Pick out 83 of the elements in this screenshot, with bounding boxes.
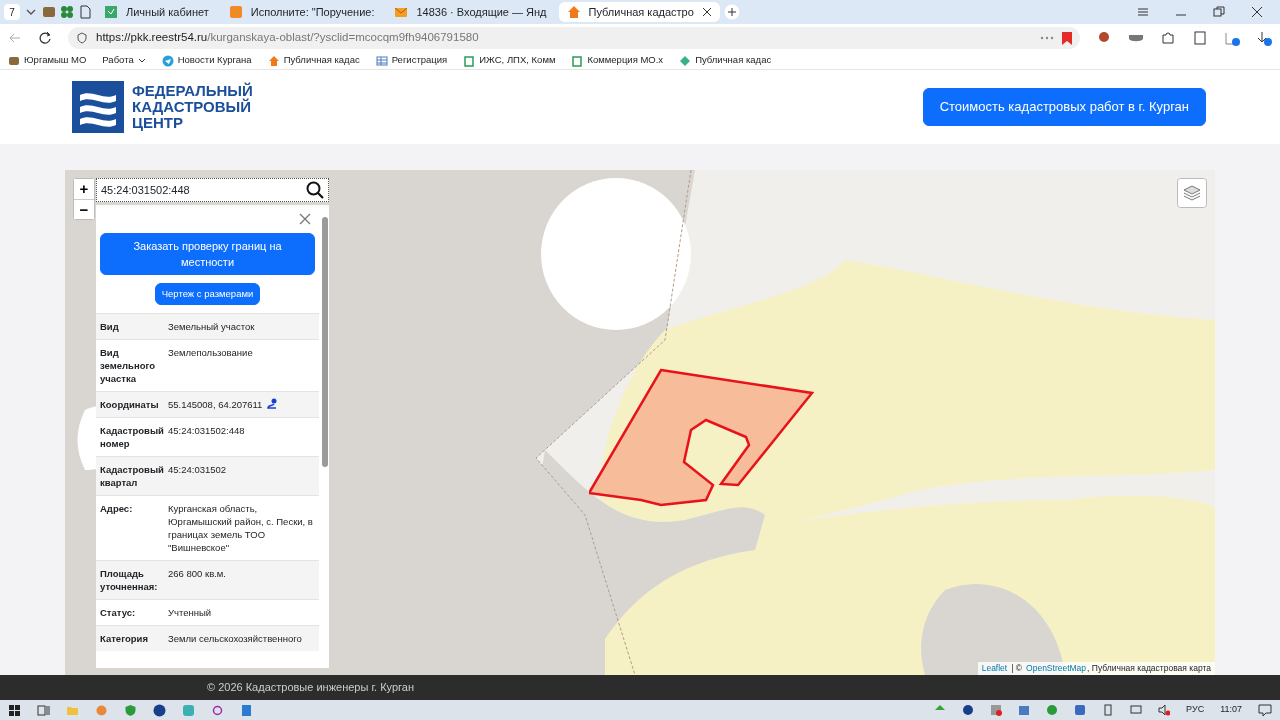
bookmark[interactable]: Юргамыш МО	[8, 53, 87, 68]
url-text: https://pkk.reestr54.ru/kurganskaya-oblast/?ysclid=mcocqm9fh9406791580	[96, 30, 480, 46]
bookmark-icon[interactable]	[1062, 31, 1072, 45]
tab-title: Публичная кадастро	[588, 4, 694, 20]
openstreetmap-link[interactable]: OpenStreetMap	[1026, 662, 1087, 675]
envelope-icon	[394, 5, 409, 19]
field-label: Статус:	[100, 606, 137, 620]
logo-text: ФЕДЕРАЛЬНЫЙ КАДАСТРОВЫЙ ЦЕНТР	[132, 83, 253, 131]
windows-logo-icon[interactable]	[8, 703, 21, 717]
speaker-muted-icon[interactable]	[1158, 704, 1171, 716]
house-icon	[267, 54, 280, 67]
restore-icon[interactable]	[1212, 5, 1226, 19]
field-value: 45:24:031502	[168, 463, 227, 478]
field-value: Землепользование	[168, 346, 253, 361]
language-indicator[interactable]: РУС	[1186, 703, 1205, 717]
bookmark[interactable]: ИЖС, ЛПХ, Комм	[463, 53, 556, 68]
search-field[interactable]: 45:24:031502:448	[96, 178, 329, 202]
field-value: Земельный участок	[168, 320, 255, 334]
checkmark-icon	[104, 5, 118, 19]
search-icon[interactable]	[306, 181, 324, 199]
route-pin-icon[interactable]	[266, 398, 279, 411]
tab-title: Личный кабинет	[126, 4, 209, 20]
scrollbar-thumb[interactable]	[322, 217, 328, 467]
tab-counter[interactable]: 7	[4, 4, 20, 20]
app-icon[interactable]	[1074, 704, 1087, 716]
flag-logo-icon	[72, 81, 124, 133]
field-value: Курганская область, Юргамышский район, с. Пески, в границах земель ТОО "Вишневское"	[168, 502, 314, 555]
order-check-button[interactable]: Заказать проверку границ на местности	[100, 233, 315, 275]
leaflet-link[interactable]: Leaflet	[981, 662, 1008, 675]
field-label: Площадь уточненная:	[100, 567, 159, 594]
bookmark[interactable]: Коммерция МО.х	[571, 53, 664, 68]
field-value: 266 800 кв.м.	[168, 567, 226, 582]
square-icon	[228, 5, 243, 19]
attribution-text: , Публичная кадастровая карта	[1087, 662, 1211, 675]
bookmark[interactable]: Работа	[102, 53, 146, 68]
tab-title: 14836 · Входящие — Янд	[416, 4, 547, 20]
chart-icon[interactable]	[1224, 30, 1240, 46]
zoom-out-button[interactable]: −	[74, 199, 94, 219]
field-label: Координаты	[100, 398, 160, 412]
bookmark[interactable]: Регистрация	[375, 53, 448, 68]
address-field[interactable]: https://pkk.reestr54.ru/kurganskaya-oblast/?ysclid=mcocqm9fh9406791580	[68, 27, 1080, 49]
field-label: Адрес:	[100, 502, 134, 517]
task-view-icon[interactable]	[37, 703, 50, 717]
field-label: Категория	[100, 632, 149, 646]
browser-tab[interactable]: Исполните: "Поручение:	[220, 2, 383, 22]
notification-icon[interactable]	[1258, 703, 1272, 717]
field-label: Кадастровый номер	[100, 424, 165, 451]
copyright-text: © 2026 Кадастровые инженеры г. Курган	[207, 680, 415, 696]
app-icon[interactable]	[1046, 704, 1059, 716]
menu-icon[interactable]	[1136, 5, 1150, 19]
app-icon[interactable]	[990, 704, 1003, 716]
attribution-text: | ©	[1011, 662, 1023, 675]
field-value: Учтенный	[168, 606, 212, 620]
house-icon	[566, 5, 581, 19]
bookmark[interactable]: Новости Кургана	[161, 53, 252, 68]
browser-tab[interactable]: 14836 · Входящие — Янд	[386, 2, 555, 22]
plus-icon[interactable]	[723, 4, 740, 20]
drawing-button[interactable]: Чертеж с размерами	[154, 283, 261, 306]
shield-icon	[76, 32, 88, 44]
shield-icon[interactable]	[124, 703, 137, 717]
bookmark[interactable]: Публичная кадас	[679, 53, 772, 68]
table-icon	[375, 54, 388, 67]
more-icon[interactable]	[1040, 35, 1054, 41]
pricing-button[interactable]: Стоимость кадастровых работ в г. Курган	[922, 88, 1206, 126]
close-icon[interactable]	[1250, 5, 1264, 19]
field-label: Вид	[100, 320, 120, 334]
reload-icon[interactable]	[38, 31, 52, 45]
back-arrow-icon[interactable]	[8, 31, 22, 45]
browser-tab[interactable]: Публичная кадастро	[558, 2, 720, 22]
close-icon[interactable]	[701, 7, 712, 17]
caret-icon	[137, 56, 146, 65]
tab-title: Исполните: "Поручение:	[250, 4, 375, 20]
field-value: 55.145008, 64.207611	[168, 398, 263, 412]
browser-tab[interactable]: Личный кабинет	[96, 2, 217, 22]
field-value: Земли сельскохозяйственного	[168, 632, 302, 646]
bookmark[interactable]: Публичная кадас	[267, 53, 360, 68]
monitor-icon[interactable]	[1130, 704, 1143, 716]
field-label: Вид земельного участка	[100, 346, 157, 386]
field-label: Кадастровый квартал	[100, 463, 165, 490]
layers-icon[interactable]	[1177, 178, 1207, 208]
clover-icon[interactable]	[60, 5, 74, 19]
clock-text[interactable]: 11:07	[1220, 703, 1242, 717]
field-value: 45:24:031502:448	[168, 424, 245, 439]
